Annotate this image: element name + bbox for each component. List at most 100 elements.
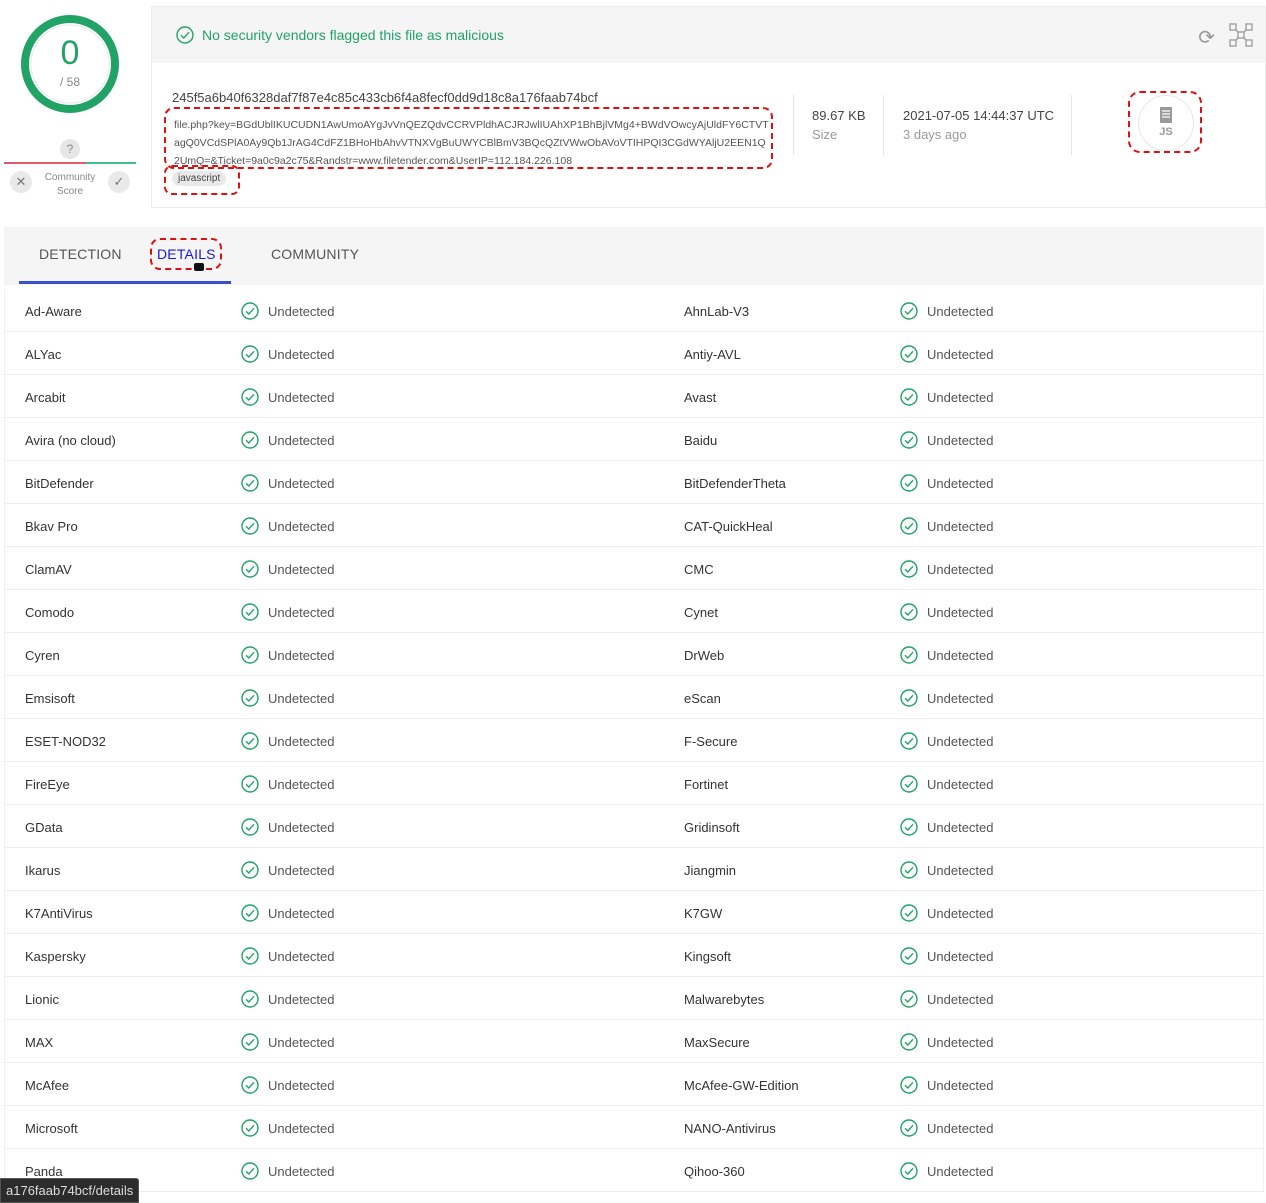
file-type-badge: JS	[1138, 95, 1194, 151]
vendor-result: Undetected	[927, 863, 994, 878]
vendor-result: Undetected	[927, 1035, 994, 1050]
vendor-result: Undetected	[268, 562, 335, 577]
detection-score-gauge: 0 / 58	[20, 14, 120, 114]
table-row: MAX Undetected MaxSecure Undetected	[4, 1020, 1264, 1063]
check-circle-icon	[176, 26, 194, 44]
check-circle-icon	[241, 818, 259, 841]
check-circle-icon	[241, 517, 259, 540]
vendor-name: BitDefender	[25, 476, 94, 491]
vendor-result: Undetected	[927, 304, 994, 319]
vendor-name: MaxSecure	[684, 1035, 750, 1050]
check-circle-icon	[900, 302, 918, 325]
table-row: Cyren Undetected DrWeb Undetected	[4, 633, 1264, 676]
vendor-name: DrWeb	[684, 648, 725, 663]
divider	[883, 95, 884, 155]
vendor-result: Undetected	[927, 433, 994, 448]
vendor-name: Cyren	[25, 648, 60, 663]
vendor-name: ESET-NOD32	[25, 734, 106, 749]
check-circle-icon	[900, 818, 918, 841]
table-row: ESET-NOD32 Undetected F-Secure Undetected	[4, 719, 1264, 762]
last-analysis-date: 2021-07-05 14:44:37 UTC	[903, 108, 1055, 123]
check-circle-icon	[900, 560, 918, 583]
file-tag[interactable]: javascript	[172, 171, 227, 186]
check-circle-icon	[900, 517, 918, 540]
mouse-cursor-icon	[194, 263, 204, 271]
file-size-label: Size	[812, 127, 838, 142]
file-hash[interactable]: 245f5a6b40f6328daf7f87e4c85c433cb6f4a8fe…	[172, 90, 598, 105]
vendor-name: Comodo	[25, 605, 75, 620]
check-circle-icon	[241, 1119, 259, 1142]
table-row: Bkav Pro Undetected CAT-QuickHeal Undetecte…	[4, 504, 1264, 547]
vendor-name: NANO-Antivirus	[684, 1121, 776, 1136]
check-circle-icon	[900, 861, 918, 884]
vendor-name: Ad-Aware	[25, 304, 82, 319]
tab-details[interactable]: DETAILS	[157, 246, 216, 262]
table-row: ALYac Undetected Antiy-AVL Undetected	[4, 332, 1264, 375]
check-circle-icon	[241, 646, 259, 669]
vendor-result: Undetected	[268, 863, 335, 878]
check-circle-icon	[241, 775, 259, 798]
vendor-result: Undetected	[268, 1035, 335, 1050]
file-info-card: No security vendors flagged this file as…	[151, 6, 1266, 208]
tab-community[interactable]: COMMUNITY	[271, 246, 359, 262]
table-row: K7AntiVirus Undetected K7GW Undetected	[4, 891, 1264, 934]
engines-total: / 58	[59, 75, 80, 89]
vendor-name: ALYac	[25, 347, 62, 362]
check-circle-icon	[241, 474, 259, 497]
vendor-name: Bkav Pro	[25, 519, 78, 534]
graph-icon[interactable]	[1229, 23, 1253, 47]
detections-count: 0	[60, 34, 80, 72]
vendor-result: Undetected	[927, 992, 994, 1007]
community-score-bar	[4, 162, 136, 164]
vendor-name: Kaspersky	[25, 949, 86, 964]
vendor-result: Undetected	[927, 519, 994, 534]
vendor-results-table: Ad-Aware Undetected AhnLab-V3 Undetected ALY…	[4, 289, 1264, 1192]
check-circle-icon	[900, 990, 918, 1013]
vendor-result: Undetected	[268, 347, 335, 362]
community-score-help-icon[interactable]: ?	[60, 139, 80, 159]
vendor-name: Antiy-AVL	[684, 347, 741, 362]
vendor-result: Undetected	[927, 734, 994, 749]
check-circle-icon	[241, 1162, 259, 1185]
vote-harmless-button[interactable]: ✓	[108, 171, 130, 193]
vendor-result: Undetected	[268, 906, 335, 921]
vendor-name: BitDefenderTheta	[684, 476, 786, 491]
check-circle-icon	[241, 947, 259, 970]
table-row: Microsoft Undetected NANO-Antivirus Undetec…	[4, 1106, 1264, 1149]
file-name[interactable]: file.php?key=BGdUblIKUCUDN1AwUmoAYgJvVnQ…	[174, 116, 770, 170]
vendor-name: Gridinsoft	[684, 820, 740, 835]
vendor-name: K7AntiVirus	[25, 906, 93, 921]
table-row: Panda Undetected Qihoo-360 Undetected	[4, 1149, 1264, 1192]
table-row: Comodo Undetected Cynet Undetected	[4, 590, 1264, 633]
table-row: Ikarus Undetected Jiangmin Undetected	[4, 848, 1264, 891]
vendor-result: Undetected	[927, 820, 994, 835]
active-tab-indicator	[19, 281, 231, 284]
vote-malicious-button[interactable]: ✕	[10, 171, 32, 193]
vendor-result: Undetected	[927, 562, 994, 577]
vendor-name: Ikarus	[25, 863, 61, 878]
vendor-name: McAfee	[25, 1078, 70, 1093]
vendor-result: Undetected	[268, 433, 335, 448]
check-circle-icon	[900, 904, 918, 927]
vendor-name: McAfee-GW-Edition	[684, 1078, 799, 1093]
vendor-result: Undetected	[268, 691, 335, 706]
vendor-name: ClamAV	[25, 562, 72, 577]
check-circle-icon	[900, 1076, 918, 1099]
report-tabs: DETECTION DETAILS COMMUNITY	[4, 227, 1264, 285]
vendor-name: Avast	[684, 390, 717, 405]
vendor-result: Undetected	[927, 605, 994, 620]
vendor-name: MAX	[25, 1035, 54, 1050]
tab-detection[interactable]: DETECTION	[39, 246, 122, 262]
community-score-label: Community Score	[44, 172, 96, 197]
check-circle-icon	[241, 603, 259, 626]
check-circle-icon	[241, 431, 259, 454]
table-row: Arcabit Undetected Avast Undetected	[4, 375, 1264, 418]
vendor-result: Undetected	[927, 777, 994, 792]
check-circle-icon	[900, 732, 918, 755]
vendor-result: Undetected	[927, 1121, 994, 1136]
vendor-result: Undetected	[927, 648, 994, 663]
verdict-banner: No security vendors flagged this file as…	[152, 7, 1265, 63]
table-row: McAfee Undetected McAfee-GW-Edition Undetec…	[4, 1063, 1264, 1106]
verdict-message: No security vendors flagged this file as…	[202, 27, 504, 43]
refresh-icon[interactable]: ⟳	[1198, 25, 1215, 50]
